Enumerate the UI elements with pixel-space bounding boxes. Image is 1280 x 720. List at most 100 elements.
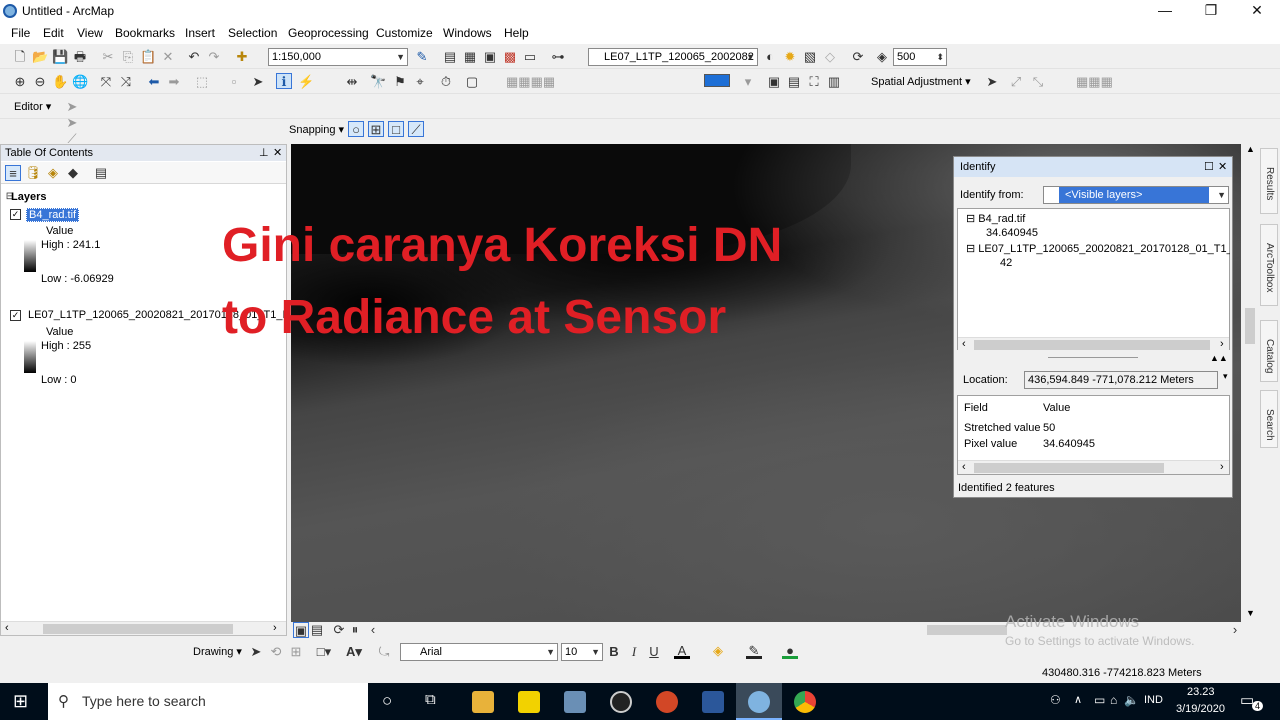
- end-snap-icon[interactable]: ⊞: [368, 121, 384, 137]
- color-swatch[interactable]: [704, 74, 730, 87]
- point-snap-icon[interactable]: ○: [348, 121, 364, 137]
- splitter[interactable]: [1048, 357, 1138, 358]
- zoom-tool-icon[interactable]: ◈: [874, 49, 890, 65]
- fixed-zoom-out-icon[interactable]: ⤨: [118, 74, 134, 90]
- file-explorer-icon[interactable]: [472, 691, 494, 713]
- arctoolbox-tab[interactable]: ArcToolbox: [1260, 224, 1278, 306]
- identify-from-select[interactable]: <Visible layers> ▼: [1043, 186, 1229, 204]
- editor-menu[interactable]: Editor ▾: [14, 100, 51, 113]
- list-by-visibility-icon[interactable]: ◈: [45, 165, 61, 181]
- scrollbar-thumb[interactable]: [974, 340, 1210, 350]
- pause-icon[interactable]: ⏸: [347, 622, 363, 638]
- table-horizontal-scrollbar[interactable]: ‹ ›: [958, 460, 1229, 474]
- close-icon[interactable]: ✕: [273, 145, 282, 161]
- close-icon[interactable]: ✕: [1218, 157, 1227, 177]
- volume-icon[interactable]: 🔈: [1124, 693, 1139, 707]
- search-tab[interactable]: Search: [1260, 390, 1278, 448]
- identify-icon[interactable]: ℹ: [276, 73, 292, 89]
- people-icon[interactable]: ⚇: [1050, 693, 1061, 707]
- measure-icon[interactable]: ⇹: [344, 74, 360, 90]
- refresh-icon[interactable]: ⟳: [850, 49, 866, 65]
- view-link-table-icon[interactable]: ▦▦▦: [1076, 74, 1113, 90]
- menu-bookmarks[interactable]: Bookmarks: [115, 26, 175, 40]
- close-button[interactable]: ✕: [1234, 0, 1280, 22]
- scrollbar-thumb[interactable]: [927, 625, 1007, 635]
- maximize-icon[interactable]: ☐: [1204, 157, 1214, 177]
- fixed-zoom-in-icon[interactable]: ⤧: [98, 74, 114, 90]
- sticky-notes-icon[interactable]: [518, 691, 540, 713]
- new-text-icon[interactable]: A▾: [346, 644, 362, 660]
- show-hidden-icons[interactable]: ∧: [1074, 693, 1082, 706]
- undo-icon[interactable]: ↶: [186, 49, 202, 65]
- menu-view[interactable]: View: [77, 26, 103, 40]
- battery-icon[interactable]: ▭: [1094, 693, 1105, 707]
- zoom-value-input[interactable]: 500 ⬍: [893, 48, 947, 66]
- modify-link-icon[interactable]: ⤡: [1030, 74, 1046, 90]
- scroll-left-icon[interactable]: ‹: [962, 461, 966, 473]
- menu-customize[interactable]: Customize: [376, 26, 433, 40]
- layout-view-icon[interactable]: ▣: [766, 74, 782, 90]
- menu-file[interactable]: File: [11, 26, 30, 40]
- georef-tools-icon[interactable]: ▦▦▦▦: [506, 74, 555, 90]
- windows-start-icon[interactable]: ⊞: [13, 691, 28, 712]
- scroll-right-icon[interactable]: ›: [1220, 338, 1224, 350]
- edit-tool-icon[interactable]: ➤: [984, 74, 1000, 90]
- map-vertical-scrollbar[interactable]: ▲ ▼: [1243, 144, 1257, 622]
- clock-time[interactable]: 23.23: [1187, 686, 1215, 698]
- full-extent-icon[interactable]: 🌐: [72, 74, 88, 90]
- input-language[interactable]: IND: [1144, 694, 1163, 706]
- table-of-contents-icon[interactable]: ▤: [442, 49, 458, 65]
- binoculars-icon[interactable]: ⛶: [806, 74, 822, 90]
- spatial-adjustment-menu[interactable]: Spatial Adjustment ▾: [871, 75, 971, 88]
- location-units-dropdown[interactable]: ▾: [1223, 371, 1228, 382]
- font-select[interactable]: Arial ▼: [400, 643, 558, 661]
- marker-color-icon[interactable]: ●: [782, 643, 798, 659]
- line-color-icon[interactable]: ✎: [746, 643, 762, 659]
- menu-geoprocessing[interactable]: Geoprocessing: [288, 26, 369, 40]
- edge-snap-icon[interactable]: ⟋: [408, 121, 424, 137]
- open-folder-icon[interactable]: 📂: [32, 49, 48, 65]
- menu-edit[interactable]: Edit: [43, 26, 64, 40]
- scroll-right-icon[interactable]: ›: [1220, 461, 1224, 473]
- fill-color-icon[interactable]: ◈: [710, 643, 726, 659]
- menu-selection[interactable]: Selection: [228, 26, 277, 40]
- network-icon[interactable]: ⌂: [1110, 693, 1117, 707]
- menu-help[interactable]: Help: [504, 26, 529, 40]
- catalog-icon[interactable]: ▦: [462, 49, 478, 65]
- scrollbar-thumb[interactable]: [1245, 308, 1255, 344]
- callout-icon[interactable]: ⤿: [376, 644, 392, 660]
- list-by-selection-icon[interactable]: ◆: [65, 165, 81, 181]
- scroll-down-icon[interactable]: ▼: [1246, 608, 1255, 618]
- scroll-right-icon[interactable]: ›: [273, 622, 277, 634]
- save-icon[interactable]: 💾: [52, 49, 68, 65]
- layer-visibility-checkbox[interactable]: ✓: [10, 310, 21, 321]
- scroll-up-icon[interactable]: ▲: [1246, 144, 1255, 154]
- tree-node-layer[interactable]: ⊟ LE07_L1TP_120065_20020821_20170128_01_…: [966, 242, 1230, 255]
- layer-name[interactable]: B4_rad.tif: [26, 208, 80, 222]
- menu-insert[interactable]: Insert: [185, 26, 215, 40]
- select-features-icon[interactable]: ⬚: [194, 74, 210, 90]
- taskbar-search-box[interactable]: ⚲ Type here to search: [48, 683, 368, 720]
- list-by-drawing-order-icon[interactable]: ≡: [5, 165, 21, 181]
- table-icon[interactable]: ▥: [826, 74, 842, 90]
- bold-button[interactable]: B: [606, 644, 622, 660]
- tree-node-value[interactable]: 42: [1000, 257, 1012, 269]
- swipe-icon[interactable]: ◇: [822, 49, 838, 65]
- print-icon[interactable]: 🖶: [72, 49, 88, 65]
- rotate-icon[interactable]: ⟲: [268, 644, 284, 660]
- splitter-toggle-icon[interactable]: ▲▲: [1210, 353, 1228, 363]
- options-icon[interactable]: ▤: [93, 165, 109, 181]
- redo-icon[interactable]: ↷: [206, 49, 222, 65]
- new-document-icon[interactable]: 🗋: [12, 49, 28, 65]
- zoom-out-icon[interactable]: ⊖: [32, 74, 48, 90]
- new-link-icon[interactable]: ⤢: [1008, 74, 1024, 90]
- scroll-left-icon[interactable]: ‹: [365, 622, 381, 638]
- contrast-icon[interactable]: ◐: [762, 49, 778, 65]
- arcmap-taskbar-button[interactable]: [736, 683, 782, 720]
- zoom-to-selected-icon[interactable]: ⊞: [288, 644, 304, 660]
- find-icon[interactable]: 🔭: [370, 74, 386, 90]
- pin-icon[interactable]: ⊥: [259, 145, 269, 161]
- data-view-icon[interactable]: ▤: [786, 74, 802, 90]
- transparency-icon[interactable]: ▧: [802, 49, 818, 65]
- refresh-icon[interactable]: ⟳: [331, 622, 347, 638]
